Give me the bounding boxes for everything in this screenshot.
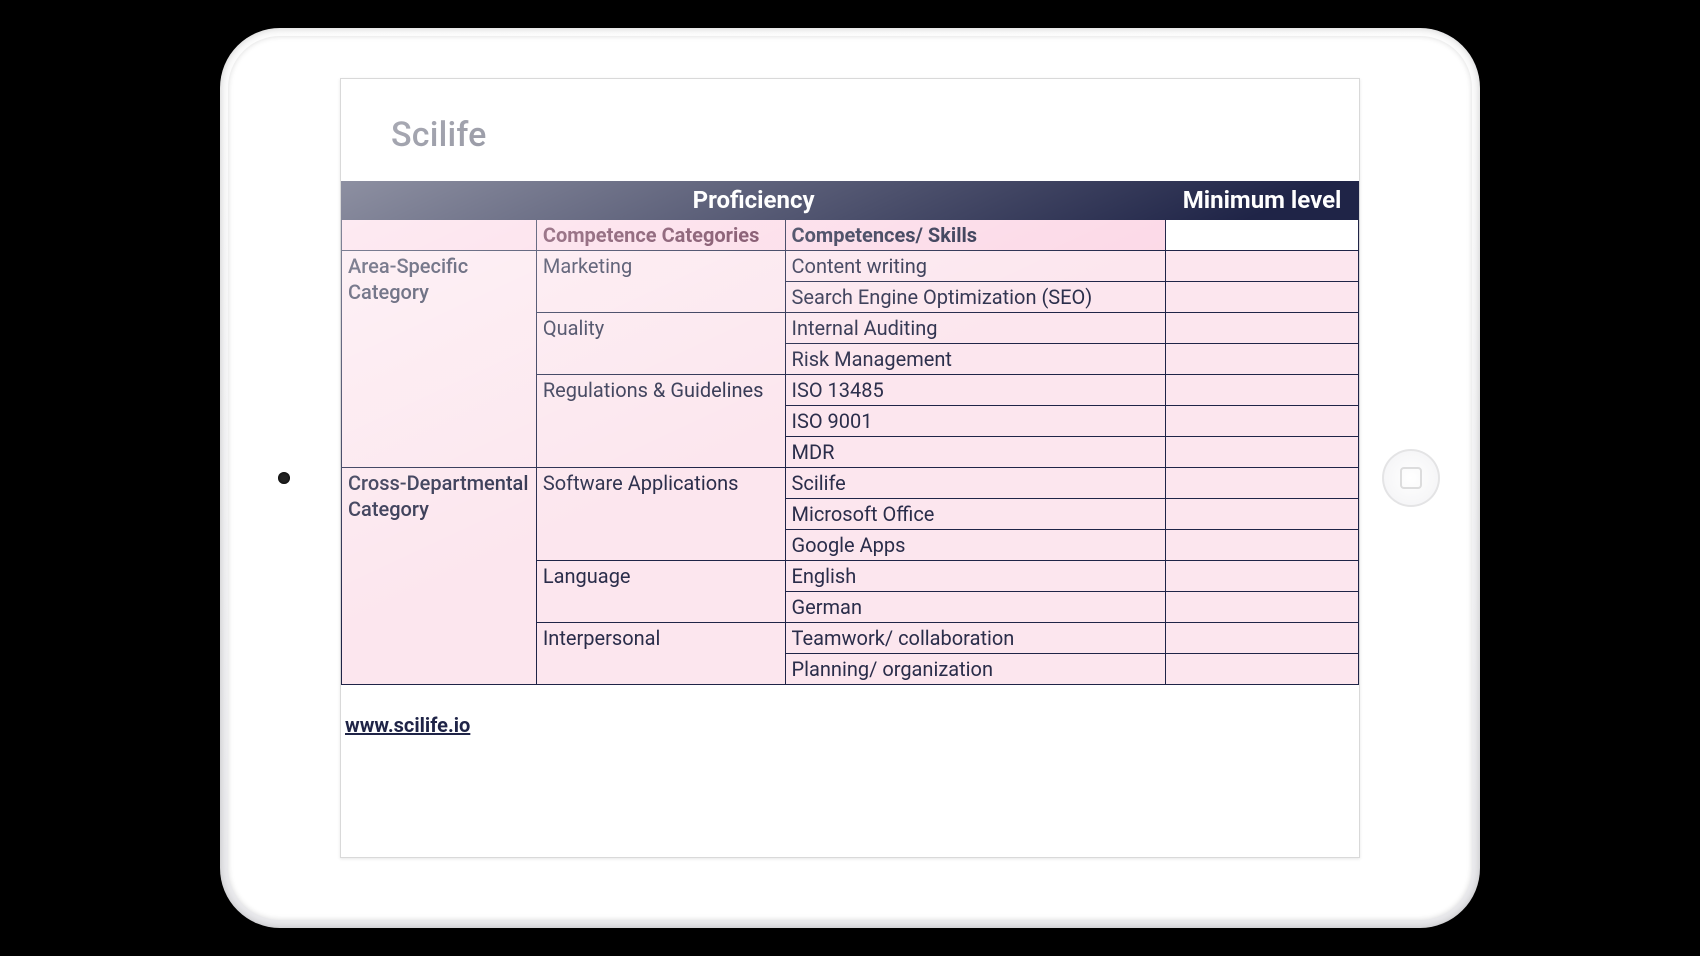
skill-cell: Search Engine Optimization (SEO)	[785, 282, 1166, 313]
tablet-frame: Scilife Proficiency Minimum level Compet…	[220, 28, 1480, 928]
category-cell: Regulations & Guidelines	[536, 375, 785, 468]
blank-cell	[342, 220, 537, 251]
footer-link[interactable]: www.scilife.io	[341, 685, 1359, 737]
header-competence-categories: Competence Categories	[536, 220, 785, 251]
category-cell: Marketing	[536, 251, 785, 313]
competency-table: Proficiency Minimum level Competence Cat…	[341, 181, 1359, 685]
area-cell: Cross-Departmental Category	[342, 468, 537, 685]
document-screen: Scilife Proficiency Minimum level Compet…	[340, 78, 1360, 858]
skill-cell: English	[785, 561, 1166, 592]
header-min-level: Minimum level	[1166, 182, 1359, 220]
min-level-cell[interactable]	[1166, 530, 1359, 561]
footer-url-text: www.scilife.io	[345, 713, 470, 737]
blank-min-level	[1166, 220, 1359, 251]
skill-cell: MDR	[785, 437, 1166, 468]
area-cell: Area-Specific Category	[342, 251, 537, 468]
skill-cell: Risk Management	[785, 344, 1166, 375]
min-level-cell[interactable]	[1166, 468, 1359, 499]
min-level-cell[interactable]	[1166, 623, 1359, 654]
category-cell: Language	[536, 561, 785, 623]
camera-dot	[278, 472, 290, 484]
skill-cell: Scilife	[785, 468, 1166, 499]
skill-cell: German	[785, 592, 1166, 623]
min-level-cell[interactable]	[1166, 313, 1359, 344]
category-cell: Software Applications	[536, 468, 785, 561]
skill-cell: Content writing	[785, 251, 1166, 282]
skill-cell: ISO 13485	[785, 375, 1166, 406]
skill-cell: Microsoft Office	[785, 499, 1166, 530]
min-level-cell[interactable]	[1166, 561, 1359, 592]
category-cell: Interpersonal	[536, 623, 785, 685]
min-level-cell[interactable]	[1166, 251, 1359, 282]
header-proficiency: Proficiency	[342, 182, 1166, 220]
brand-title: Scilife	[391, 115, 1309, 155]
min-level-cell[interactable]	[1166, 654, 1359, 685]
document-header: Scilife	[341, 79, 1359, 181]
skill-cell: ISO 9001	[785, 406, 1166, 437]
min-level-cell[interactable]	[1166, 344, 1359, 375]
skill-cell: Internal Auditing	[785, 313, 1166, 344]
table-row: Cross-Departmental CategorySoftware Appl…	[342, 468, 1359, 499]
home-button[interactable]	[1382, 449, 1440, 507]
skill-cell: Teamwork/ collaboration	[785, 623, 1166, 654]
min-level-cell[interactable]	[1166, 592, 1359, 623]
min-level-cell[interactable]	[1166, 499, 1359, 530]
min-level-cell[interactable]	[1166, 282, 1359, 313]
table-row: Area-Specific CategoryMarketingContent w…	[342, 251, 1359, 282]
header-competences-skills: Competences/ Skills	[785, 220, 1166, 251]
min-level-cell[interactable]	[1166, 375, 1359, 406]
category-cell: Quality	[536, 313, 785, 375]
min-level-cell[interactable]	[1166, 437, 1359, 468]
skill-cell: Google Apps	[785, 530, 1166, 561]
min-level-cell[interactable]	[1166, 406, 1359, 437]
skill-cell: Planning/ organization	[785, 654, 1166, 685]
